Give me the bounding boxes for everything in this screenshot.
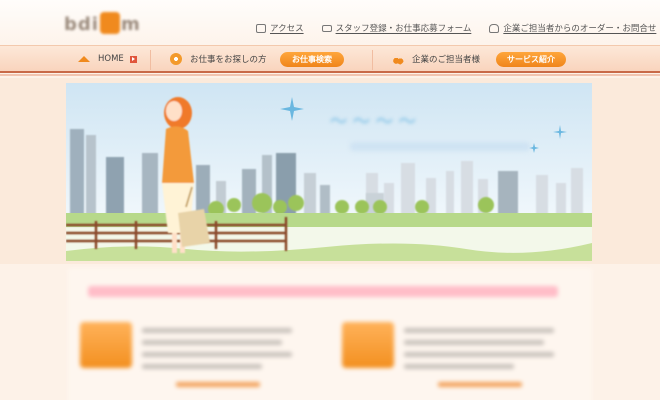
hero-subcaption-blurred xyxy=(350,142,530,151)
corporate-order-link-label: 企業ご担当者からのオーダー・お問合せ xyxy=(503,24,657,34)
card-more-link[interactable] xyxy=(176,382,260,387)
card-text-line xyxy=(404,340,544,345)
site-header: bdi m アクセス スタッフ登録・お仕事応募フォーム 企業ご担当者からのオーダー… xyxy=(0,0,660,48)
arrow-right-icon xyxy=(129,55,137,63)
flower-icon xyxy=(170,53,182,65)
card-text-line xyxy=(142,352,292,357)
staff-registration-link-label: スタッフ登録・お仕事応募フォーム xyxy=(335,24,472,34)
nav-home-label: HOME xyxy=(98,54,124,64)
hero-illustration xyxy=(66,83,592,261)
nav-corporate-label: 企業のご担当者様 xyxy=(412,55,481,65)
mail-icon xyxy=(321,24,332,32)
nav-home[interactable]: HOME xyxy=(78,46,137,72)
job-search-button[interactable]: お仕事検索 xyxy=(280,52,344,67)
car-icon xyxy=(489,23,500,33)
service-card-image[interactable] xyxy=(342,322,394,368)
map-icon xyxy=(256,23,266,33)
site-logo[interactable]: bdi m xyxy=(64,12,141,35)
nav-corporate[interactable]: 企業のご担当者様 xyxy=(392,46,480,72)
hero-caption-blurred: 〜 〜 〜 〜 xyxy=(330,112,416,132)
card-text-line xyxy=(404,328,554,333)
content-heading-blurred xyxy=(88,286,558,297)
card-text-line xyxy=(404,364,514,369)
corporate-order-link[interactable]: 企業ご担当者からのオーダー・お問合せ xyxy=(489,22,656,34)
card-text-line xyxy=(142,328,292,333)
access-link[interactable]: アクセス xyxy=(256,22,304,34)
nav-job-seekers-label: お仕事をお探しの方 xyxy=(190,55,267,65)
nav-divider xyxy=(372,50,373,70)
card-text-line xyxy=(404,352,554,357)
header-links: アクセス スタッフ登録・お仕事応募フォーム 企業ご担当者からのオーダー・お問合せ xyxy=(256,22,660,34)
cherry-icon xyxy=(392,53,404,65)
hero-banner xyxy=(66,83,592,261)
service-card-image[interactable] xyxy=(80,322,132,368)
staff-registration-link[interactable]: スタッフ登録・お仕事応募フォーム xyxy=(321,22,472,34)
card-more-link[interactable] xyxy=(438,382,522,387)
nav-job-seekers[interactable]: お仕事をお探しの方 xyxy=(170,46,267,72)
home-icon xyxy=(78,56,90,62)
page: bdi m アクセス スタッフ登録・お仕事応募フォーム 企業ご担当者からのオーダー… xyxy=(0,0,660,400)
nav-divider xyxy=(150,50,151,70)
main-nav: HOME お仕事をお探しの方 お仕事検索 企業のご担当者様 サービス紹介 xyxy=(0,45,660,76)
card-text-line xyxy=(142,340,282,345)
service-intro-button[interactable]: サービス紹介 xyxy=(496,52,566,67)
card-text-line xyxy=(142,364,262,369)
access-link-label: アクセス xyxy=(270,24,304,34)
content-area xyxy=(68,268,592,400)
logo-mark-icon xyxy=(99,12,120,34)
